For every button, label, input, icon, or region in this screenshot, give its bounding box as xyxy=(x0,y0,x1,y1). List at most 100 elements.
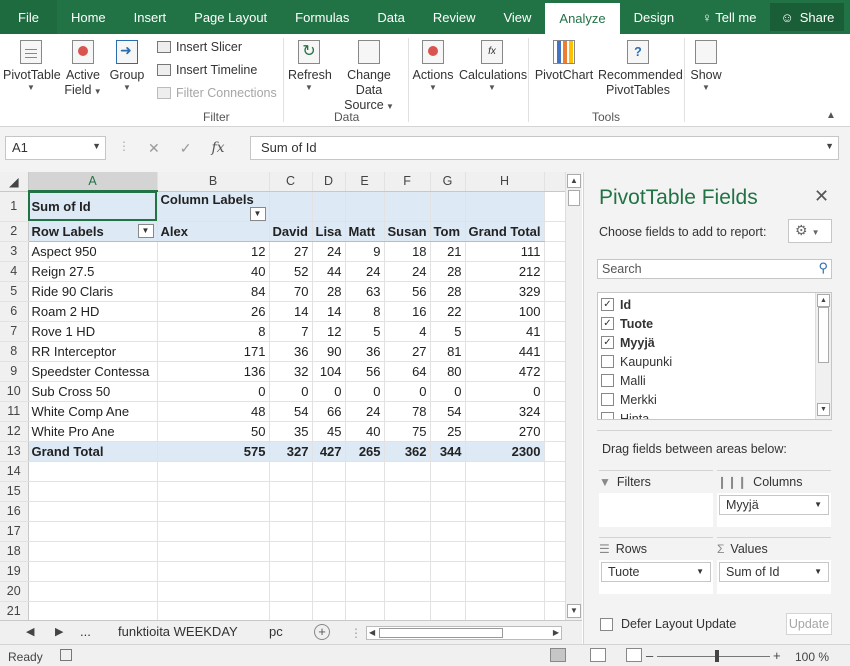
pivot-column-header[interactable]: Alex xyxy=(157,221,270,242)
empty-cell[interactable] xyxy=(465,541,545,562)
pivot-value-cell[interactable]: 0 xyxy=(465,381,545,402)
empty-cell[interactable] xyxy=(384,501,431,522)
pivot-value-cell[interactable]: 24 xyxy=(312,241,346,262)
scroll-up-icon[interactable]: ▲ xyxy=(567,174,581,188)
row-header[interactable]: 18 xyxy=(0,541,29,562)
sheet-tab-more[interactable]: ... xyxy=(80,624,91,639)
row-header[interactable]: 7 xyxy=(0,321,29,342)
pivot-value-cell[interactable]: 56 xyxy=(345,361,385,382)
columns-drop-zone[interactable]: Myyjä ▼ xyxy=(717,493,831,527)
tab-view[interactable]: View xyxy=(489,0,545,34)
pivot-column-header[interactable]: Tom xyxy=(430,221,466,242)
page-layout-view-icon[interactable] xyxy=(590,648,606,662)
defer-layout-update[interactable]: Defer Layout Update xyxy=(600,617,736,631)
empty-cell[interactable] xyxy=(430,481,466,502)
field-item[interactable]: ✓ Tuote xyxy=(598,314,653,333)
row-header[interactable]: 14 xyxy=(0,461,29,482)
empty-cell[interactable] xyxy=(269,581,313,602)
pivot-column-header[interactable]: David xyxy=(269,221,313,242)
pivot-value-cell[interactable]: 4 xyxy=(384,321,431,342)
scroll-down-icon[interactable]: ▼ xyxy=(817,403,830,416)
pivot-value-cell[interactable]: 40 xyxy=(345,421,385,442)
calculations-button[interactable]: fx Calculations ▼ xyxy=(459,40,527,92)
pivot-value-cell[interactable]: 171 xyxy=(157,341,270,362)
change-data-source-button[interactable]: Change Data Source ▼ xyxy=(333,40,405,114)
tab-data[interactable]: Data xyxy=(363,0,418,34)
pivot-value-cell[interactable]: 40 xyxy=(157,261,270,282)
pivot-value-cell[interactable]: 81 xyxy=(430,341,466,362)
recommended-pivottables-button[interactable]: ? Recommended PivotTables xyxy=(598,40,683,98)
field-item[interactable]: Malli xyxy=(598,371,646,390)
empty-cell[interactable] xyxy=(430,561,466,582)
empty-cell[interactable] xyxy=(312,501,346,522)
empty-cell[interactable] xyxy=(465,581,545,602)
pivot-value-cell[interactable]: 35 xyxy=(269,421,313,442)
pivot-value-cell[interactable]: 0 xyxy=(269,381,313,402)
pivot-value-cell[interactable]: 329 xyxy=(465,281,545,302)
field-item[interactable]: Merkki xyxy=(598,390,657,409)
pivot-row-label[interactable]: White Comp Ane xyxy=(28,401,158,422)
row-header[interactable]: 11 xyxy=(0,401,29,422)
row-header[interactable]: 16 xyxy=(0,501,29,522)
pivot-value-cell[interactable]: 54 xyxy=(430,401,466,422)
pivot-value-cell[interactable]: 0 xyxy=(345,381,385,402)
empty-cell[interactable] xyxy=(465,501,545,522)
empty-cell[interactable] xyxy=(345,581,385,602)
empty-cell[interactable] xyxy=(384,541,431,562)
grand-total-label[interactable]: Grand Total xyxy=(28,440,158,462)
column-header-d[interactable]: D xyxy=(312,172,346,192)
add-sheet-icon[interactable]: + xyxy=(314,624,330,640)
empty-cell[interactable] xyxy=(465,601,545,620)
pivot-value-cell[interactable]: 22 xyxy=(430,301,466,322)
scroll-left-icon[interactable]: ◀ xyxy=(369,627,375,639)
empty-cell[interactable] xyxy=(269,481,313,502)
scrollbar-thumb[interactable] xyxy=(818,307,829,363)
pivot-value-cell[interactable]: 80 xyxy=(430,361,466,382)
empty-cell[interactable] xyxy=(345,481,385,502)
empty-cell[interactable] xyxy=(28,501,158,522)
page-break-view-icon[interactable] xyxy=(626,648,642,662)
pivot-value-cell[interactable]: 9 xyxy=(345,241,385,262)
sheet-tab-pc[interactable]: pc xyxy=(269,624,283,639)
field-checkbox[interactable]: ✓ xyxy=(601,298,614,311)
rows-field-pill[interactable]: Tuote ▼ xyxy=(601,562,711,582)
normal-view-icon[interactable] xyxy=(550,648,566,662)
tab-insert[interactable]: Insert xyxy=(120,0,181,34)
pivot-column-header[interactable]: Susan xyxy=(384,221,431,242)
pivot-value-cell[interactable]: 36 xyxy=(345,341,385,362)
rows-drop-zone[interactable]: Tuote ▼ xyxy=(599,560,713,594)
scroll-down-icon[interactable]: ▼ xyxy=(567,604,581,618)
insert-function-icon[interactable]: fx xyxy=(211,140,224,156)
empty-cell[interactable] xyxy=(28,561,158,582)
pivot-value-cell[interactable]: 12 xyxy=(312,321,346,342)
prev-sheet-icon[interactable]: ◀ xyxy=(26,625,34,638)
filter-connections-button[interactable]: Filter Connections xyxy=(157,86,277,100)
close-icon[interactable]: ✕ xyxy=(814,186,829,207)
empty-cell[interactable] xyxy=(384,481,431,502)
empty-cell[interactable] xyxy=(28,481,158,502)
pivot-value-cell[interactable]: 7 xyxy=(269,321,313,342)
tab-page-layout[interactable]: Page Layout xyxy=(180,0,281,34)
tell-me-box[interactable]: ♀ Tell me xyxy=(688,0,770,34)
scrollbar-thumb[interactable] xyxy=(568,190,580,206)
pivot-value-cell[interactable]: 45 xyxy=(312,421,346,442)
pivot-value-cell[interactable]: 8 xyxy=(345,301,385,322)
field-item[interactable]: Kaupunki xyxy=(598,352,672,371)
empty-cell[interactable] xyxy=(312,461,346,482)
pivot-row-label[interactable]: Reign 27.5 xyxy=(28,261,158,282)
tab-home[interactable]: Home xyxy=(57,0,120,34)
empty-cell[interactable] xyxy=(28,581,158,602)
macro-record-icon[interactable] xyxy=(60,649,72,661)
empty-cell[interactable] xyxy=(465,461,545,482)
pivot-value-cell[interactable]: 32 xyxy=(269,361,313,382)
row-header[interactable]: 12 xyxy=(0,421,29,442)
tab-formulas[interactable]: Formulas xyxy=(281,0,363,34)
empty-cell[interactable] xyxy=(430,461,466,482)
pivot-value-cell[interactable]: 75 xyxy=(384,421,431,442)
pivot-row-label[interactable]: Speedster Contessa xyxy=(28,361,158,382)
pivot-row-label[interactable]: White Pro Ane xyxy=(28,421,158,442)
pivot-value-cell[interactable]: 21 xyxy=(430,241,466,262)
empty-cell[interactable] xyxy=(157,461,270,482)
pivot-value-cell[interactable]: 26 xyxy=(157,301,270,322)
pivot-value-cell[interactable]: 472 xyxy=(465,361,545,382)
